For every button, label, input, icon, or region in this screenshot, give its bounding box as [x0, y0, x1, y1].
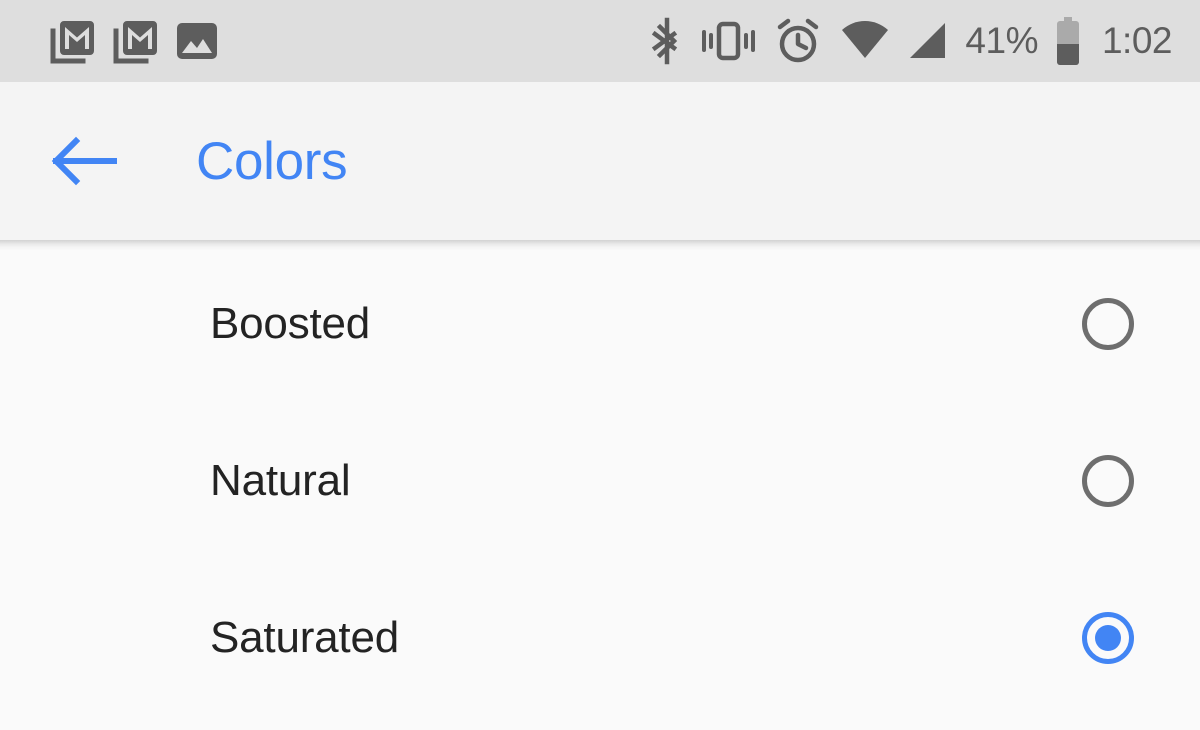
bluetooth-icon	[650, 15, 684, 67]
cellular-signal-icon	[906, 15, 950, 67]
phone-screen: 41% 1:02 Colors Boosted Natural Saturate…	[0, 0, 1200, 730]
option-row-boosted[interactable]: Boosted	[0, 245, 1200, 402]
status-bar-system-icons: 41% 1:02	[650, 14, 1173, 68]
option-label: Boosted	[210, 298, 371, 348]
page-title: Colors	[196, 131, 348, 191]
gmail-notification-icon-2	[108, 15, 160, 67]
option-label: Natural	[210, 455, 351, 505]
status-bar-clock: 1:02	[1101, 20, 1173, 61]
option-row-saturated[interactable]: Saturated	[0, 559, 1200, 716]
radio-button-natural[interactable]	[1082, 454, 1134, 507]
vibrate-icon	[699, 15, 757, 67]
app-bar: Colors	[0, 82, 1200, 251]
color-mode-options-list: Boosted Natural Saturated	[0, 240, 1200, 730]
radio-button-saturated[interactable]	[1082, 611, 1134, 664]
battery-percent-label: 41%	[965, 20, 1038, 61]
screenshot-notification-icon	[171, 15, 223, 67]
option-row-natural[interactable]: Natural	[0, 402, 1200, 559]
back-button[interactable]	[50, 127, 118, 195]
status-bar-notification-icons	[45, 15, 223, 67]
option-label: Saturated	[210, 612, 400, 662]
wifi-icon	[839, 15, 891, 67]
alarm-icon	[772, 15, 824, 67]
radio-button-boosted[interactable]	[1082, 297, 1134, 350]
status-bar: 41% 1:02	[0, 0, 1200, 82]
gmail-notification-icon	[45, 15, 97, 67]
battery-icon	[1053, 14, 1083, 68]
